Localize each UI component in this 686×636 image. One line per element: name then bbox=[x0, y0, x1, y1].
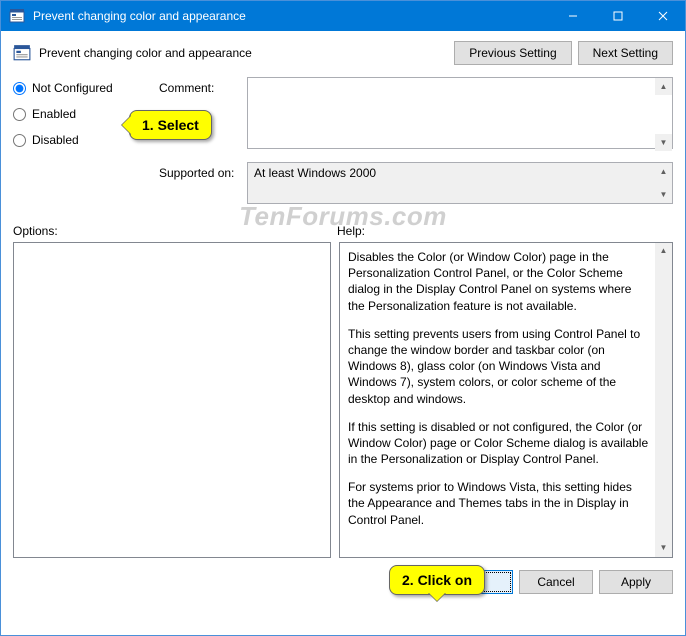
window-controls bbox=[550, 1, 685, 31]
options-panel bbox=[13, 242, 331, 558]
app-icon bbox=[9, 8, 25, 24]
radio-disabled[interactable]: Disabled bbox=[13, 133, 143, 147]
next-setting-button[interactable]: Next Setting bbox=[578, 41, 673, 65]
radio-enabled-label: Enabled bbox=[32, 107, 76, 121]
radio-enabled-input[interactable] bbox=[13, 108, 26, 121]
radio-not-configured[interactable]: Not Configured bbox=[13, 81, 143, 95]
comment-textarea[interactable] bbox=[247, 77, 673, 149]
options-label: Options: bbox=[13, 224, 337, 238]
titlebar: Prevent changing color and appearance bbox=[1, 1, 685, 31]
help-panel: Disables the Color (or Window Color) pag… bbox=[339, 242, 673, 558]
maximize-button[interactable] bbox=[595, 1, 640, 31]
scroll-up-icon[interactable]: ▲ bbox=[655, 243, 672, 260]
supported-on-value: At least Windows 2000 bbox=[247, 162, 673, 204]
help-paragraph: If this setting is disabled or not confi… bbox=[348, 419, 650, 468]
radio-disabled-label: Disabled bbox=[32, 133, 79, 147]
scroll-down-icon[interactable]: ▼ bbox=[655, 134, 672, 151]
radio-not-configured-label: Not Configured bbox=[32, 81, 113, 95]
help-paragraph: This setting prevents users from using C… bbox=[348, 326, 650, 407]
help-label: Help: bbox=[337, 224, 365, 238]
radio-disabled-input[interactable] bbox=[13, 134, 26, 147]
state-radio-group: Not Configured Enabled Disabled bbox=[13, 77, 143, 214]
policy-title: Prevent changing color and appearance bbox=[39, 46, 454, 60]
help-scrollbar[interactable]: ▲ ▼ bbox=[655, 243, 672, 557]
window-title: Prevent changing color and appearance bbox=[33, 9, 550, 23]
previous-setting-button[interactable]: Previous Setting bbox=[454, 41, 571, 65]
radio-not-configured-input[interactable] bbox=[13, 82, 26, 95]
annotation-callout-select: 1. Select bbox=[129, 110, 212, 140]
scroll-down-icon[interactable]: ▼ bbox=[655, 186, 672, 203]
policy-icon bbox=[13, 44, 31, 62]
dialog-footer: OK Cancel Apply bbox=[1, 558, 685, 606]
help-paragraph: For systems prior to Windows Vista, this… bbox=[348, 479, 650, 528]
cancel-button[interactable]: Cancel bbox=[519, 570, 593, 594]
scroll-down-icon[interactable]: ▼ bbox=[655, 540, 672, 557]
supported-on-label: Supported on: bbox=[159, 162, 247, 204]
scroll-up-icon[interactable]: ▲ bbox=[655, 163, 672, 180]
annotation-callout-click: 2. Click on bbox=[389, 565, 485, 595]
close-button[interactable] bbox=[640, 1, 685, 31]
minimize-button[interactable] bbox=[550, 1, 595, 31]
apply-button[interactable]: Apply bbox=[599, 570, 673, 594]
help-paragraph: Disables the Color (or Window Color) pag… bbox=[348, 249, 650, 314]
scroll-up-icon[interactable]: ▲ bbox=[655, 78, 672, 95]
